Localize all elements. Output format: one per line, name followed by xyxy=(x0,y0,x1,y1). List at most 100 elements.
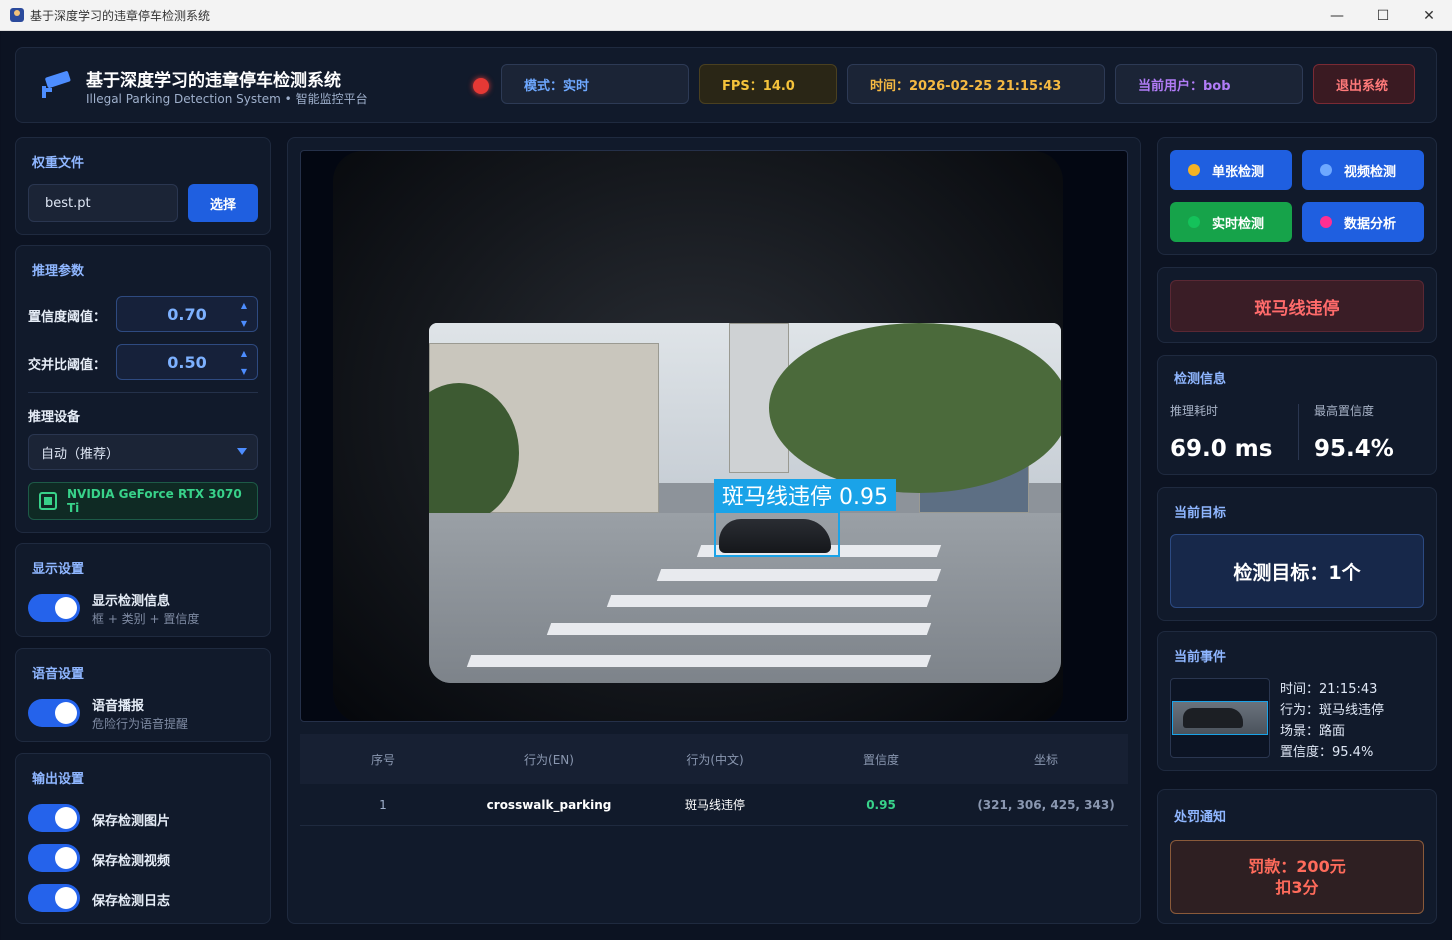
status-dot-icon xyxy=(1320,164,1332,176)
current-user: 当前用户：bob xyxy=(1115,64,1303,104)
cell-index: 1 xyxy=(379,797,387,812)
penalty-title: 处罚通知 xyxy=(1174,810,1227,825)
window-title: 基于深度学习的违章停车检测系统 xyxy=(30,8,211,23)
cell-confidence: 0.95 xyxy=(866,797,896,812)
camera-scene: 斑马线违停 0.95 xyxy=(429,323,1061,683)
violation-panel: 斑马线违停 xyxy=(1157,267,1437,343)
chevron-down-icon xyxy=(237,448,247,455)
table-header: 序号 行为(EN) 行为(中文) 置信度 坐标 xyxy=(300,734,1128,784)
single-detect-label: 单张检测 xyxy=(1212,164,1265,180)
cell-coords: (321, 306, 425, 343) xyxy=(977,797,1115,812)
divider xyxy=(1298,404,1299,460)
cell-behavior-en: crosswalk_parking xyxy=(486,797,612,812)
target-count: 检测目标：1个 xyxy=(1170,534,1424,608)
divider xyxy=(28,392,258,393)
status-dot-icon xyxy=(1320,216,1332,228)
app-main: 基于深度学习的违章停车检测系统 Illegal Parking Detectio… xyxy=(1,31,1451,940)
mode-buttons-panel: 单张检测 视频检测 实时检测 数据分析 xyxy=(1157,137,1437,255)
results-table: 序号 行为(EN) 行为(中文) 置信度 坐标 1 crosswalk_park… xyxy=(300,734,1128,826)
save-log-toggle[interactable] xyxy=(28,884,80,912)
device-select[interactable]: 自动（推荐） xyxy=(28,434,258,470)
conf-label: 置信度阈值： xyxy=(28,310,107,325)
mode-status: 模式：实时 xyxy=(501,64,689,104)
cell-behavior-cn: 斑马线违停 xyxy=(684,798,745,812)
detection-box xyxy=(714,511,840,557)
single-detect-button[interactable]: 单张检测 xyxy=(1170,150,1292,190)
video-detect-button[interactable]: 视频检测 xyxy=(1302,150,1424,190)
inference-time-value: 69.0 ms xyxy=(1170,436,1273,462)
iou-label: 交并比阈值： xyxy=(28,358,107,373)
save-image-toggle[interactable] xyxy=(28,804,80,832)
inference-time-label: 推理耗时 xyxy=(1170,404,1219,418)
crosswalk-stripe xyxy=(466,655,932,667)
output-title: 输出设置 xyxy=(32,772,85,787)
display-info-sub: 框 + 类别 + 置信度 xyxy=(92,612,200,626)
center-panel: 斑马线违停 0.95 序号 行为(EN) 行为(中文) 置信度 坐标 1 cro… xyxy=(287,137,1141,924)
current-target-title: 当前目标 xyxy=(1174,506,1227,521)
app-icon xyxy=(10,8,24,22)
crosswalk-stripe xyxy=(656,569,942,581)
status-dot-icon xyxy=(1188,216,1200,228)
event-snapshot xyxy=(1172,701,1268,735)
camera-icon xyxy=(42,71,71,98)
video-display: 斑马线违停 0.95 xyxy=(300,150,1128,722)
display-title: 显示设置 xyxy=(32,562,85,577)
app-title: 基于深度学习的违章停车检测系统 xyxy=(86,71,341,91)
current-event-title: 当前事件 xyxy=(1174,650,1227,665)
output-panel: 输出设置 保存检测图片 保存检测视频 保存检测日志 xyxy=(15,753,271,924)
table-row[interactable]: 1 crosswalk_parking 斑马线违停 0.95 (321, 306… xyxy=(300,784,1128,826)
max-conf-value: 95.4% xyxy=(1314,436,1394,462)
current-event-panel: 当前事件 时间：21:15:43 行为：斑马线违停 场景：路面 置信度：95.4… xyxy=(1157,631,1437,771)
minimize-button[interactable]: — xyxy=(1314,0,1360,31)
weights-title: 权重文件 xyxy=(32,156,85,171)
logout-button[interactable]: 退出系统 xyxy=(1313,64,1415,104)
detection-label: 斑马线违停 0.95 xyxy=(714,479,896,511)
max-conf-label: 最高置信度 xyxy=(1314,404,1375,418)
save-image-label: 保存检测图片 xyxy=(92,814,171,829)
fps-status: FPS：14.0 xyxy=(699,64,837,104)
realtime-detect-button[interactable]: 实时检测 xyxy=(1170,202,1292,242)
event-time: 时间：21:15:43 xyxy=(1280,682,1378,697)
inference-panel: 推理参数 置信度阈值： 0.70 ▲ ▼ 交并比阈值： 0.50 ▲ ▼ 推理设备 … xyxy=(15,245,271,533)
close-button[interactable]: ✕ xyxy=(1406,0,1452,31)
display-info-toggle[interactable] xyxy=(28,594,80,622)
gpu-name: NVIDIA GeForce RTX 3070 Ti xyxy=(67,487,242,515)
save-video-toggle[interactable] xyxy=(28,844,80,872)
weights-file-field[interactable]: best.pt xyxy=(28,184,178,222)
device-value: 自动（推荐） xyxy=(41,446,120,462)
recording-indicator xyxy=(473,78,489,94)
display-panel: 显示设置 显示检测信息 框 + 类别 + 置信度 xyxy=(15,543,271,637)
conf-value: 0.70 xyxy=(167,304,207,324)
penalty-fine: 罚款：200元 xyxy=(1248,857,1346,876)
col-coords: 坐标 xyxy=(1033,752,1058,767)
spin-arrows-icon[interactable]: ▲ ▼ xyxy=(241,349,247,376)
voice-toggle[interactable] xyxy=(28,699,80,727)
detection-info-panel: 检测信息 推理耗时 69.0 ms 最高置信度 95.4% xyxy=(1157,355,1437,475)
select-weights-button[interactable]: 选择 xyxy=(188,184,258,222)
event-thumbnail[interactable] xyxy=(1170,678,1270,758)
penalty-panel: 处罚通知 罚款：200元 扣3分 xyxy=(1157,789,1437,924)
maximize-button[interactable]: ☐ xyxy=(1360,0,1406,31)
save-log-label: 保存检测日志 xyxy=(92,894,171,909)
violation-type: 斑马线违停 xyxy=(1170,280,1424,332)
chip-icon xyxy=(39,492,57,510)
penalty-notice: 罚款：200元 扣3分 xyxy=(1170,840,1424,914)
app-subtitle: Illegal Parking Detection System • 智能监控平… xyxy=(86,92,368,106)
voice-sub: 危险行为语音提醒 xyxy=(92,717,189,731)
status-dot-icon xyxy=(1188,164,1200,176)
col-behavior-en: 行为(EN) xyxy=(524,752,574,767)
save-video-label: 保存检测视频 xyxy=(92,854,171,869)
voice-panel: 语音设置 语音播报 危险行为语音提醒 xyxy=(15,648,271,742)
display-info-label: 显示检测信息 xyxy=(92,594,171,609)
gpu-badge: NVIDIA GeForce RTX 3070 Ti xyxy=(28,482,258,520)
conf-threshold-spinbox[interactable]: 0.70 ▲ ▼ xyxy=(116,296,258,332)
spin-arrows-icon[interactable]: ▲ ▼ xyxy=(241,301,247,328)
col-confidence: 置信度 xyxy=(862,752,899,767)
iou-threshold-spinbox[interactable]: 0.50 ▲ ▼ xyxy=(116,344,258,380)
data-analysis-button[interactable]: 数据分析 xyxy=(1302,202,1424,242)
crosswalk-stripe xyxy=(606,595,932,607)
iou-value: 0.50 xyxy=(167,352,207,372)
detection-info-title: 检测信息 xyxy=(1174,372,1227,387)
realtime-detect-label: 实时检测 xyxy=(1212,216,1265,232)
header-bar: 基于深度学习的违章停车检测系统 Illegal Parking Detectio… xyxy=(15,47,1437,123)
